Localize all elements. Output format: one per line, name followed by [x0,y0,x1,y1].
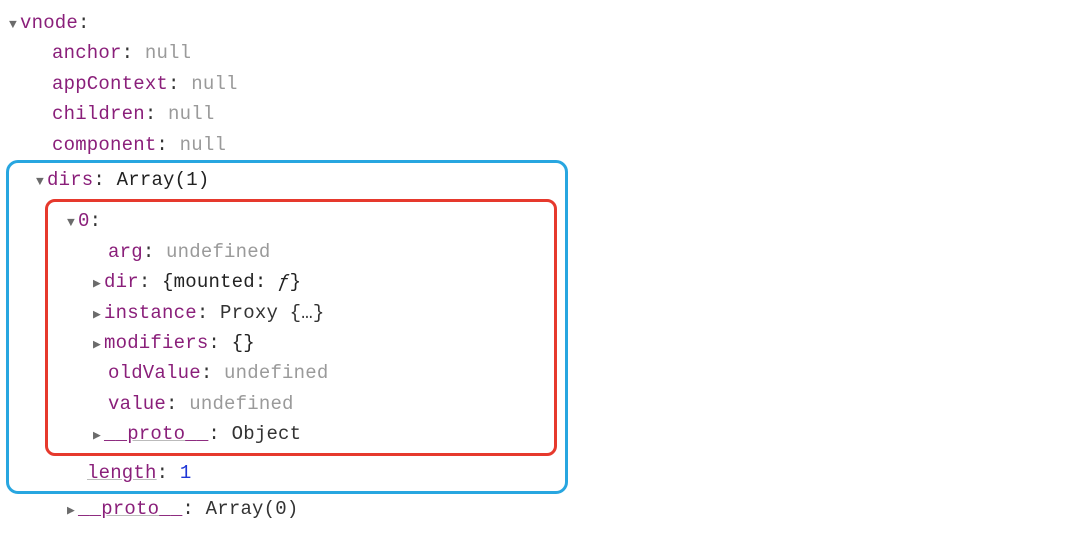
caret-down-icon[interactable] [33,172,47,193]
tree-row[interactable]: instance: Proxy {…} [12,298,546,328]
tree-row[interactable]: arg: undefined [12,237,546,267]
prop-key: instance [104,298,197,328]
prop-value: undefined [224,358,328,388]
prop-key: dir [104,267,139,297]
caret-down-icon[interactable] [64,213,78,234]
prop-value: null [180,130,226,160]
tree-row-index0[interactable]: 0: [12,206,546,236]
tree-row-length[interactable]: length: 1 [9,458,557,488]
tree-row[interactable]: dir: {mounted: ƒ} [12,267,546,297]
prop-key: modifiers [104,328,208,358]
tree-row[interactable]: anchor: null [0,38,1080,68]
tree-row[interactable]: __proto__: Object [12,419,546,449]
tree-row-dirs[interactable]: dirs: Array(1) [9,165,557,195]
prop-value: Array(0) [206,494,299,524]
colon: : [78,8,90,38]
caret-right-icon[interactable] [90,335,104,356]
highlight-box-item0: 0: arg: undefined dir: {mounted: ƒ} inst… [45,199,557,456]
prop-key: appContext [52,69,168,99]
tree-row-vnode[interactable]: vnode: [0,8,1080,38]
prop-key: value [108,389,166,419]
prop-value: Proxy {…} [220,298,324,328]
prop-key: children [52,99,145,129]
prop-key-proto: __proto__ [104,419,208,449]
tree-row[interactable]: appContext: null [0,69,1080,99]
prop-key: length [87,458,157,488]
tree-row[interactable]: component: null [0,130,1080,160]
prop-value: 1 [180,458,192,488]
prop-key: dirs [47,165,93,195]
prop-value: null [145,38,191,68]
caret-right-icon[interactable] [90,305,104,326]
tree-row[interactable]: modifiers: {} [12,328,546,358]
tree-row[interactable]: children: null [0,99,1080,129]
prop-value: null [168,99,214,129]
prop-key: anchor [52,38,122,68]
caret-right-icon[interactable] [90,274,104,295]
prop-value: Object [232,419,302,449]
prop-key: oldValue [108,358,201,388]
caret-down-icon[interactable] [6,15,20,36]
caret-right-icon[interactable] [64,501,78,522]
prop-key: component [52,130,156,160]
prop-value: {mounted: ƒ} [162,267,301,297]
prop-key: vnode [20,8,78,38]
prop-value: undefined [189,389,293,419]
prop-key: 0 [78,206,90,236]
prop-value: undefined [166,237,270,267]
tree-row[interactable]: value: undefined [12,389,546,419]
caret-right-icon[interactable] [90,426,104,447]
prop-key-proto: __proto__ [78,494,182,524]
prop-value: null [191,69,237,99]
highlight-box-dirs: dirs: Array(1) 0: arg: undefined dir: {m… [6,160,568,494]
prop-key: arg [108,237,143,267]
prop-value: {} [232,328,255,358]
tree-row[interactable]: oldValue: undefined [12,358,546,388]
tree-row-proto[interactable]: __proto__: Array(0) [0,494,1080,524]
prop-value: Array(1) [117,165,210,195]
